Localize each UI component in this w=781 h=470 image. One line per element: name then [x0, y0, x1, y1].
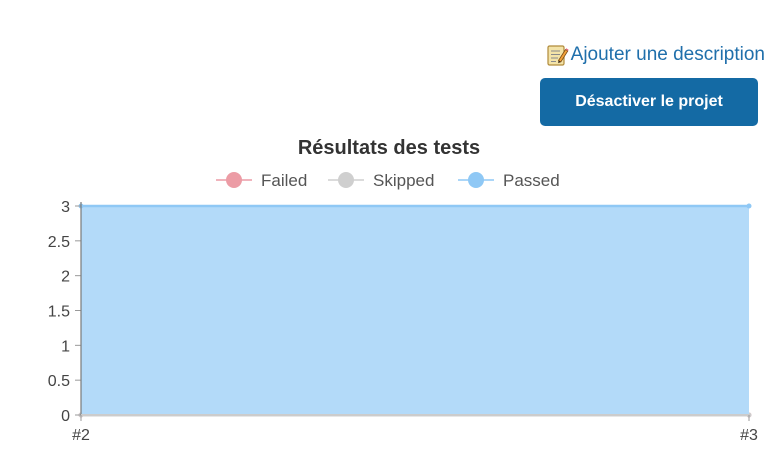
legend-marker	[226, 172, 242, 188]
y-tick-label: 2	[61, 269, 70, 286]
legend-item-skipped[interactable]: Skipped	[328, 171, 434, 190]
y-tick-label: 0	[61, 408, 70, 425]
memo-icon	[545, 43, 569, 67]
y-tick-label: 1.5	[48, 304, 70, 321]
legend-label: Failed	[261, 171, 307, 190]
test-results-chart-svg: Résultats des tests Failed Skipped Passed …	[48, 137, 758, 444]
legend-item-failed[interactable]: Failed	[216, 171, 307, 190]
y-tick-label: 0.5	[48, 373, 70, 390]
series-area	[81, 206, 749, 415]
disable-project-button[interactable]: Désactiver le projet	[540, 78, 758, 126]
legend-marker	[338, 172, 354, 188]
data-point[interactable]	[746, 203, 752, 209]
legend-item-passed[interactable]: Passed	[458, 171, 560, 190]
x-tick-label: #2	[72, 427, 90, 444]
chart-title: Résultats des tests	[298, 137, 480, 159]
test-results-chart: Résultats des tests Failed Skipped Passed …	[0, 128, 781, 470]
series-passed	[78, 203, 752, 415]
legend-label: Skipped	[373, 171, 434, 190]
legend-label: Passed	[503, 171, 560, 190]
job-page: Ajouter une description Désactiver le pr…	[0, 0, 781, 470]
legend-marker	[468, 172, 484, 188]
x-tick-label: #3	[740, 427, 758, 444]
add-description-label: Ajouter une description	[570, 44, 765, 65]
y-tick-label: 1	[61, 338, 70, 355]
y-tick-label: 3	[61, 199, 70, 216]
y-tick-label: 2.5	[48, 234, 70, 251]
chart-legend: Failed Skipped Passed	[216, 171, 560, 190]
chart-plot-area	[78, 203, 752, 418]
add-description-link[interactable]: Ajouter une description	[545, 43, 765, 67]
